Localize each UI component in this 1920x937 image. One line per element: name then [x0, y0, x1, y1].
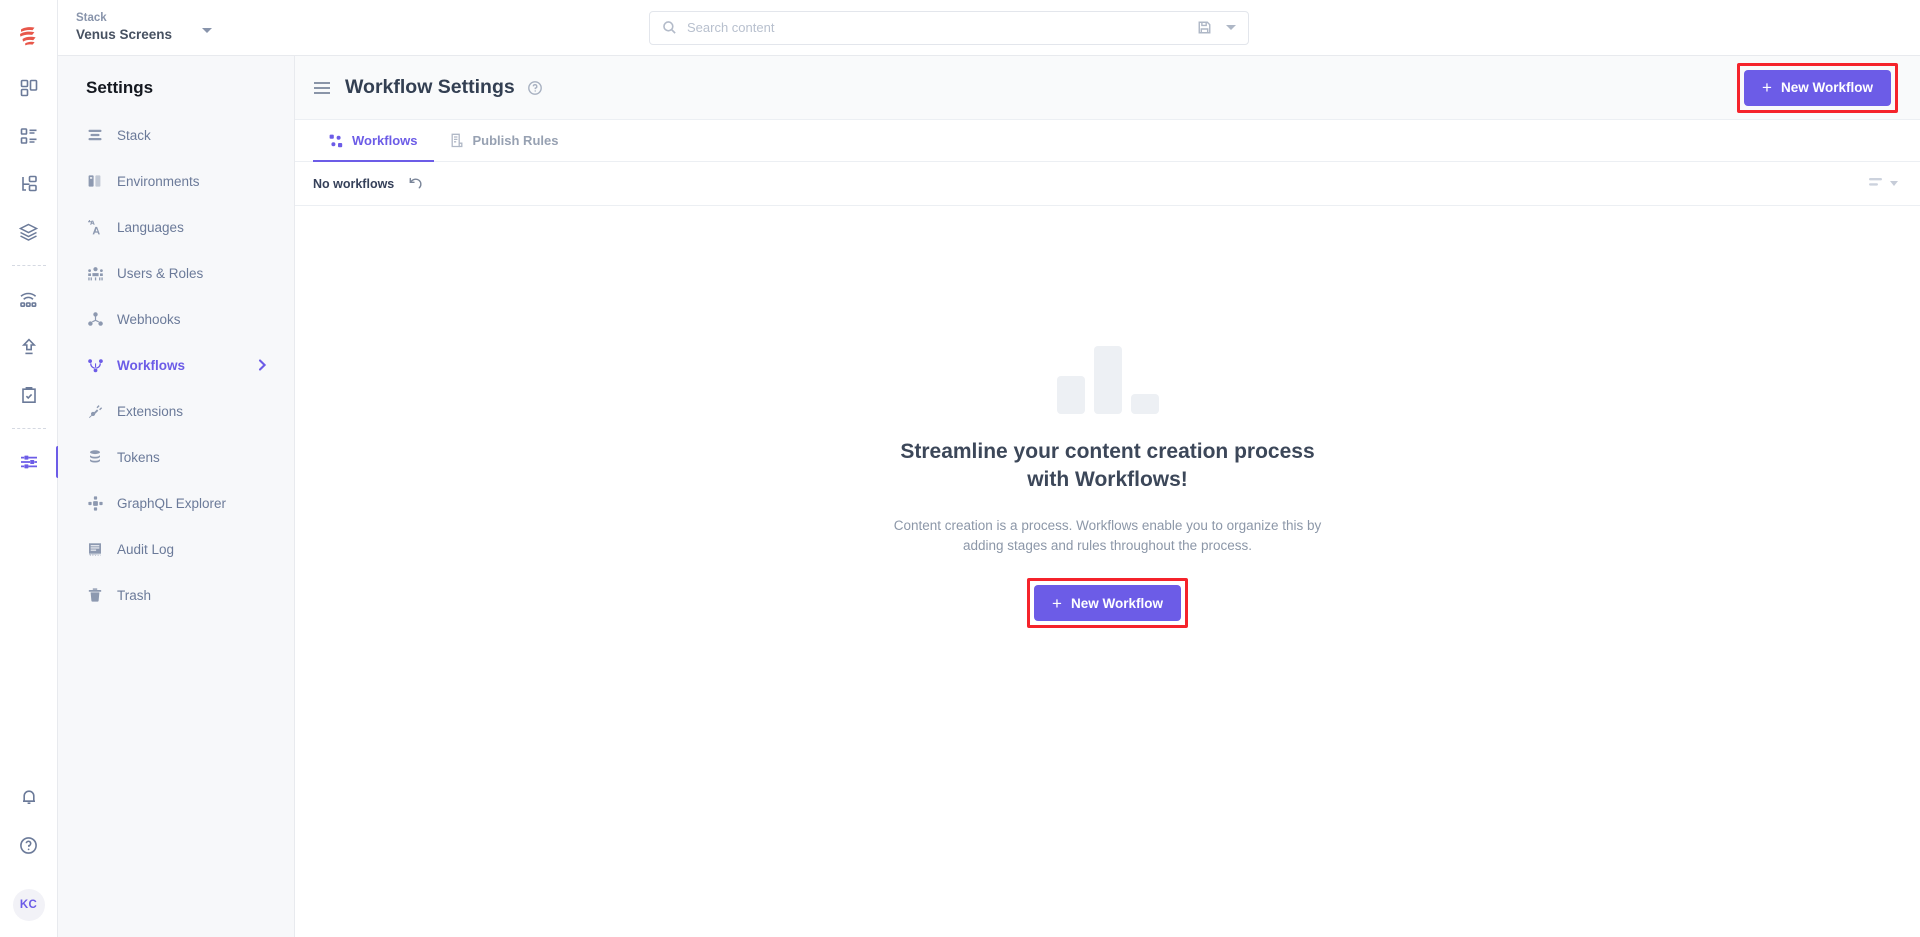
sidebar-item-label: Users & Roles	[117, 265, 204, 281]
save-icon[interactable]	[1197, 20, 1212, 35]
chevron-down-icon[interactable]	[1226, 25, 1236, 30]
plus-icon: +	[1762, 78, 1772, 97]
sidebar-item-label: Extensions	[117, 403, 184, 419]
sidebar-item-stack[interactable]: Stack	[58, 112, 294, 158]
illustration-bar	[1056, 376, 1085, 414]
left-icon-rail: KC	[0, 0, 59, 937]
extensions-plug-icon	[86, 402, 104, 420]
sidebar-item-label: Environments	[117, 173, 200, 189]
rail-item-content-models[interactable]	[0, 160, 58, 208]
tab-label: Workflows	[352, 133, 418, 148]
empty-state-body: Content creation is a process. Workflows…	[893, 518, 1322, 553]
sidebar-item-extensions[interactable]: Extensions	[58, 388, 294, 434]
rail-divider-2	[11, 428, 46, 429]
sidebar-item-audit-log[interactable]: Audit Log	[58, 526, 294, 572]
sidebar-item-webhooks[interactable]: Webhooks	[58, 296, 294, 342]
rail-item-settings[interactable]	[0, 438, 59, 486]
sidebar-item-users-roles[interactable]: Users & Roles	[58, 250, 294, 296]
rail-item-publish-queue[interactable]	[0, 371, 58, 419]
environments-icon	[86, 172, 104, 190]
sidebar-item-label: Tokens	[117, 449, 160, 465]
stack-icon	[86, 126, 104, 144]
new-workflow-button-label: New Workflow	[1780, 80, 1873, 95]
new-workflow-button-top[interactable]: + New Workflow	[1744, 69, 1891, 106]
sidebar-item-environments[interactable]: Environments	[58, 158, 294, 204]
main-content: Workflow Settings + New Workflow Workflo…	[295, 56, 1920, 937]
bar-chart-placeholder-illustration	[1056, 346, 1159, 414]
new-workflow-button-center[interactable]: + New Workflow	[1034, 585, 1181, 621]
new-workflow-button-label: New Workflow	[1070, 595, 1163, 611]
settings-title: Settings	[86, 78, 154, 97]
sidebar-item-trash[interactable]: Trash	[58, 572, 294, 618]
search-box[interactable]	[649, 10, 1249, 45]
sort-control[interactable]	[1868, 175, 1898, 193]
new-workflow-annotation-center: + New Workflow	[1027, 578, 1188, 628]
rail-item-dashboard[interactable]	[0, 64, 58, 112]
rail-item-assets[interactable]	[0, 208, 58, 256]
stack-switcher[interactable]: Stack Venus Screens	[58, 0, 298, 56]
sidebar-item-workflows[interactable]: Workflows	[58, 342, 294, 388]
tab-publish-rules[interactable]: Publish Rules	[434, 120, 575, 161]
sidebar-item-label: Webhooks	[117, 311, 181, 327]
rail-item-entries[interactable]	[0, 112, 58, 160]
sidebar-item-label: Stack	[117, 127, 151, 143]
refresh-undo-icon[interactable]	[408, 176, 423, 191]
list-toolbar: No workflows	[295, 162, 1920, 206]
bell-icon[interactable]	[0, 773, 58, 821]
search-input[interactable]	[687, 20, 1197, 35]
sidebar-item-label: Trash	[117, 587, 152, 603]
page-header: Workflow Settings + New Workflow	[295, 56, 1920, 120]
graphql-icon	[86, 494, 104, 512]
audit-log-icon	[86, 540, 104, 558]
sidebar-item-languages[interactable]: Languages	[58, 204, 294, 250]
users-icon	[86, 264, 104, 282]
top-bar: Stack Venus Screens	[58, 0, 1920, 56]
chevron-down-icon	[1890, 181, 1898, 186]
sidebar-item-label: Audit Log	[117, 541, 175, 557]
empty-state-heading: Streamline your content creation process…	[900, 440, 1315, 491]
rail-item-releases[interactable]	[0, 323, 58, 371]
sidebar-item-label: GraphQL Explorer	[117, 495, 227, 511]
empty-state-cta-wrap: + New Workflow	[1027, 578, 1188, 628]
page-title: Workflow Settings	[345, 76, 515, 98]
contentstack-logo-icon[interactable]	[0, 8, 58, 64]
question-circle-icon[interactable]	[527, 80, 543, 96]
empty-state: Streamline your content creation process…	[295, 206, 1920, 628]
question-circle-icon[interactable]	[0, 821, 58, 869]
rail-divider-1	[11, 265, 46, 266]
workflow-count-status: No workflows	[313, 176, 395, 191]
illustration-bar	[1130, 394, 1159, 414]
new-workflow-annotation-top: + New Workflow	[1737, 62, 1898, 113]
translate-icon	[86, 218, 104, 236]
stack-switcher-label: Stack	[76, 12, 107, 24]
rail-item-live-preview[interactable]	[0, 275, 58, 323]
publish-rules-icon	[450, 133, 464, 148]
webhooks-icon	[86, 310, 104, 328]
hamburger-icon[interactable]	[313, 81, 331, 95]
sidebar-item-graphql-explorer[interactable]: GraphQL Explorer	[58, 480, 294, 526]
stack-switcher-value: Venus Screens	[76, 27, 173, 42]
search-area	[298, 10, 1600, 45]
app-window: KC Stack Venus Screens Search content Se…	[0, 0, 1920, 937]
tab-label: Publish Rules	[472, 133, 559, 148]
sort-lines-icon	[1868, 175, 1884, 193]
sidebar-item-tokens[interactable]: Tokens	[58, 434, 294, 480]
workflows-tab-icon	[329, 134, 343, 148]
plus-icon: +	[1052, 593, 1062, 613]
trash-icon	[86, 586, 104, 604]
chevron-down-icon[interactable]	[202, 27, 212, 33]
illustration-bar	[1093, 346, 1122, 414]
workflows-icon	[86, 356, 104, 374]
search-icon	[662, 20, 677, 35]
rail-top-group	[0, 0, 59, 486]
sidebar-item-label: Languages	[117, 219, 184, 235]
tokens-database-icon	[86, 448, 104, 466]
rail-bottom-group: KC	[0, 773, 57, 937]
tab-workflows[interactable]: Workflows	[313, 120, 434, 162]
avatar[interactable]: KC	[12, 889, 45, 921]
settings-sidebar: Settings Stack Environments Languages Us…	[58, 56, 295, 937]
tab-bar: Workflows Publish Rules	[295, 120, 1920, 162]
chevron-right-icon[interactable]	[257, 358, 268, 372]
sidebar-item-label: Workflows	[117, 357, 186, 373]
